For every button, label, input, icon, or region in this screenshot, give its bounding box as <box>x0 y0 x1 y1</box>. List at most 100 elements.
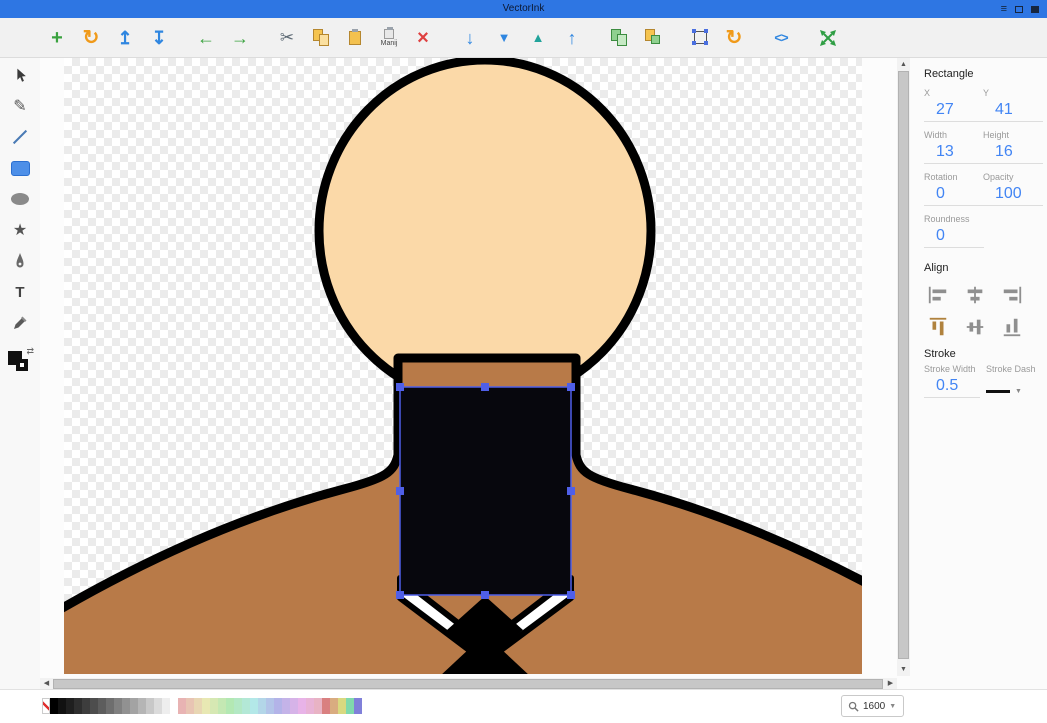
palette-swatch[interactable] <box>98 698 106 714</box>
swap-colors-icon[interactable]: ⇄ <box>26 346 34 357</box>
palette-swatch[interactable] <box>322 698 330 714</box>
palette-swatch[interactable] <box>194 698 202 714</box>
lower-to-bottom-button[interactable]: ▼ <box>491 24 517 52</box>
edit-nodes-button[interactable] <box>687 24 713 52</box>
height-input[interactable] <box>983 140 1043 164</box>
star-tool[interactable]: ★ <box>6 217 34 243</box>
palette-swatch[interactable] <box>274 698 282 714</box>
scroll-up-icon[interactable]: ▲ <box>897 58 910 71</box>
pen-tool[interactable] <box>6 248 34 274</box>
xml-editor-button[interactable]: <> <box>768 24 794 52</box>
stroke-dash-select[interactable]: ▼ <box>986 382 1032 400</box>
palette-swatch[interactable] <box>170 698 178 714</box>
stroke-width-input[interactable] <box>924 374 980 398</box>
palette-swatch[interactable] <box>106 698 114 714</box>
copy-button[interactable] <box>308 24 334 52</box>
eyedropper-tool[interactable] <box>6 310 34 336</box>
new-document-button[interactable]: + <box>44 24 70 52</box>
paste-button[interactable] <box>342 24 368 52</box>
maximize-icon[interactable] <box>1015 5 1023 13</box>
palette-swatch[interactable] <box>66 698 74 714</box>
color-palette[interactable] <box>42 698 362 714</box>
palette-swatch[interactable] <box>90 698 98 714</box>
y-input[interactable] <box>983 98 1043 122</box>
palette-swatch[interactable] <box>258 698 266 714</box>
rectangle-tool[interactable] <box>6 155 34 181</box>
rotation-input[interactable] <box>924 182 984 206</box>
menu-icon[interactable]: ≡ <box>1001 3 1007 15</box>
selection-handle[interactable] <box>481 591 489 599</box>
palette-swatch[interactable] <box>290 698 298 714</box>
reload-button[interactable]: ↻ <box>78 24 104 52</box>
duplicate-button[interactable] <box>606 24 632 52</box>
person-head-shape[interactable] <box>314 58 656 407</box>
close-icon[interactable] <box>1031 5 1039 13</box>
fill-stroke-indicator[interactable]: ⇄ <box>8 346 34 373</box>
scroll-down-icon[interactable]: ▼ <box>897 663 910 676</box>
palette-swatch[interactable] <box>138 698 146 714</box>
vertical-scroll-thumb[interactable] <box>898 71 909 659</box>
selection-handle[interactable] <box>567 487 575 495</box>
rotate-button[interactable]: ↻ <box>721 24 747 52</box>
cut-button[interactable]: ✂ <box>274 24 300 52</box>
palette-swatch[interactable] <box>298 698 306 714</box>
palette-swatch[interactable] <box>202 698 210 714</box>
vertical-scrollbar[interactable]: ▲ ▼ <box>897 58 910 676</box>
selection-handle[interactable] <box>396 591 404 599</box>
palette-swatch[interactable] <box>266 698 274 714</box>
opacity-input[interactable] <box>983 182 1043 206</box>
palette-swatch[interactable] <box>282 698 290 714</box>
select-tool[interactable] <box>6 62 34 88</box>
raise-button[interactable]: ↑ <box>559 24 585 52</box>
palette-swatch[interactable] <box>346 698 354 714</box>
align-top-button[interactable] <box>924 314 952 340</box>
undo-button[interactable]: ← <box>193 24 219 52</box>
palette-swatch[interactable] <box>306 698 314 714</box>
align-right-button[interactable] <box>998 282 1026 308</box>
roundness-input[interactable] <box>924 224 984 248</box>
palette-swatch[interactable] <box>178 698 186 714</box>
import-button[interactable]: ↥ <box>112 24 138 52</box>
selection-handle[interactable] <box>567 591 575 599</box>
palette-swatch[interactable] <box>218 698 226 714</box>
raise-to-top-button[interactable]: ▲ <box>525 24 551 52</box>
redo-button[interactable]: → <box>227 24 253 52</box>
palette-swatch[interactable] <box>58 698 66 714</box>
export-button[interactable]: ↧ <box>146 24 172 52</box>
width-input[interactable] <box>924 140 984 164</box>
palette-swatch[interactable] <box>146 698 154 714</box>
drawing-canvas[interactable] <box>64 58 862 674</box>
paste-special-button[interactable]: Manij <box>376 24 402 52</box>
palette-swatch[interactable] <box>234 698 242 714</box>
palette-swatch[interactable] <box>162 698 170 714</box>
zoom-fit-button[interactable] <box>815 24 841 52</box>
selection-handle[interactable] <box>396 383 404 391</box>
palette-swatch[interactable] <box>330 698 338 714</box>
palette-swatch[interactable] <box>74 698 82 714</box>
ellipse-tool[interactable] <box>6 186 34 212</box>
line-tool[interactable] <box>6 124 34 150</box>
selected-rectangle-object[interactable] <box>400 387 571 595</box>
palette-swatch[interactable] <box>242 698 250 714</box>
selection-handle[interactable] <box>396 487 404 495</box>
align-bottom-button[interactable] <box>998 314 1026 340</box>
palette-swatch[interactable] <box>250 698 258 714</box>
palette-swatch[interactable] <box>42 698 50 714</box>
zoom-control[interactable]: 1600 ▼ <box>841 695 904 717</box>
palette-swatch[interactable] <box>186 698 194 714</box>
align-left-button[interactable] <box>924 282 952 308</box>
selection-handle[interactable] <box>567 383 575 391</box>
palette-swatch[interactable] <box>114 698 122 714</box>
palette-swatch[interactable] <box>82 698 90 714</box>
stroke-swatch[interactable] <box>16 359 28 371</box>
x-input[interactable] <box>924 98 984 122</box>
lower-button[interactable]: ↓ <box>457 24 483 52</box>
palette-swatch[interactable] <box>314 698 322 714</box>
selection-handle[interactable] <box>481 383 489 391</box>
palette-swatch[interactable] <box>130 698 138 714</box>
text-tool[interactable]: T <box>6 279 34 305</box>
palette-swatch[interactable] <box>354 698 362 714</box>
pencil-tool[interactable]: ✎ <box>6 93 34 119</box>
palette-swatch[interactable] <box>338 698 346 714</box>
clone-button[interactable] <box>640 24 666 52</box>
